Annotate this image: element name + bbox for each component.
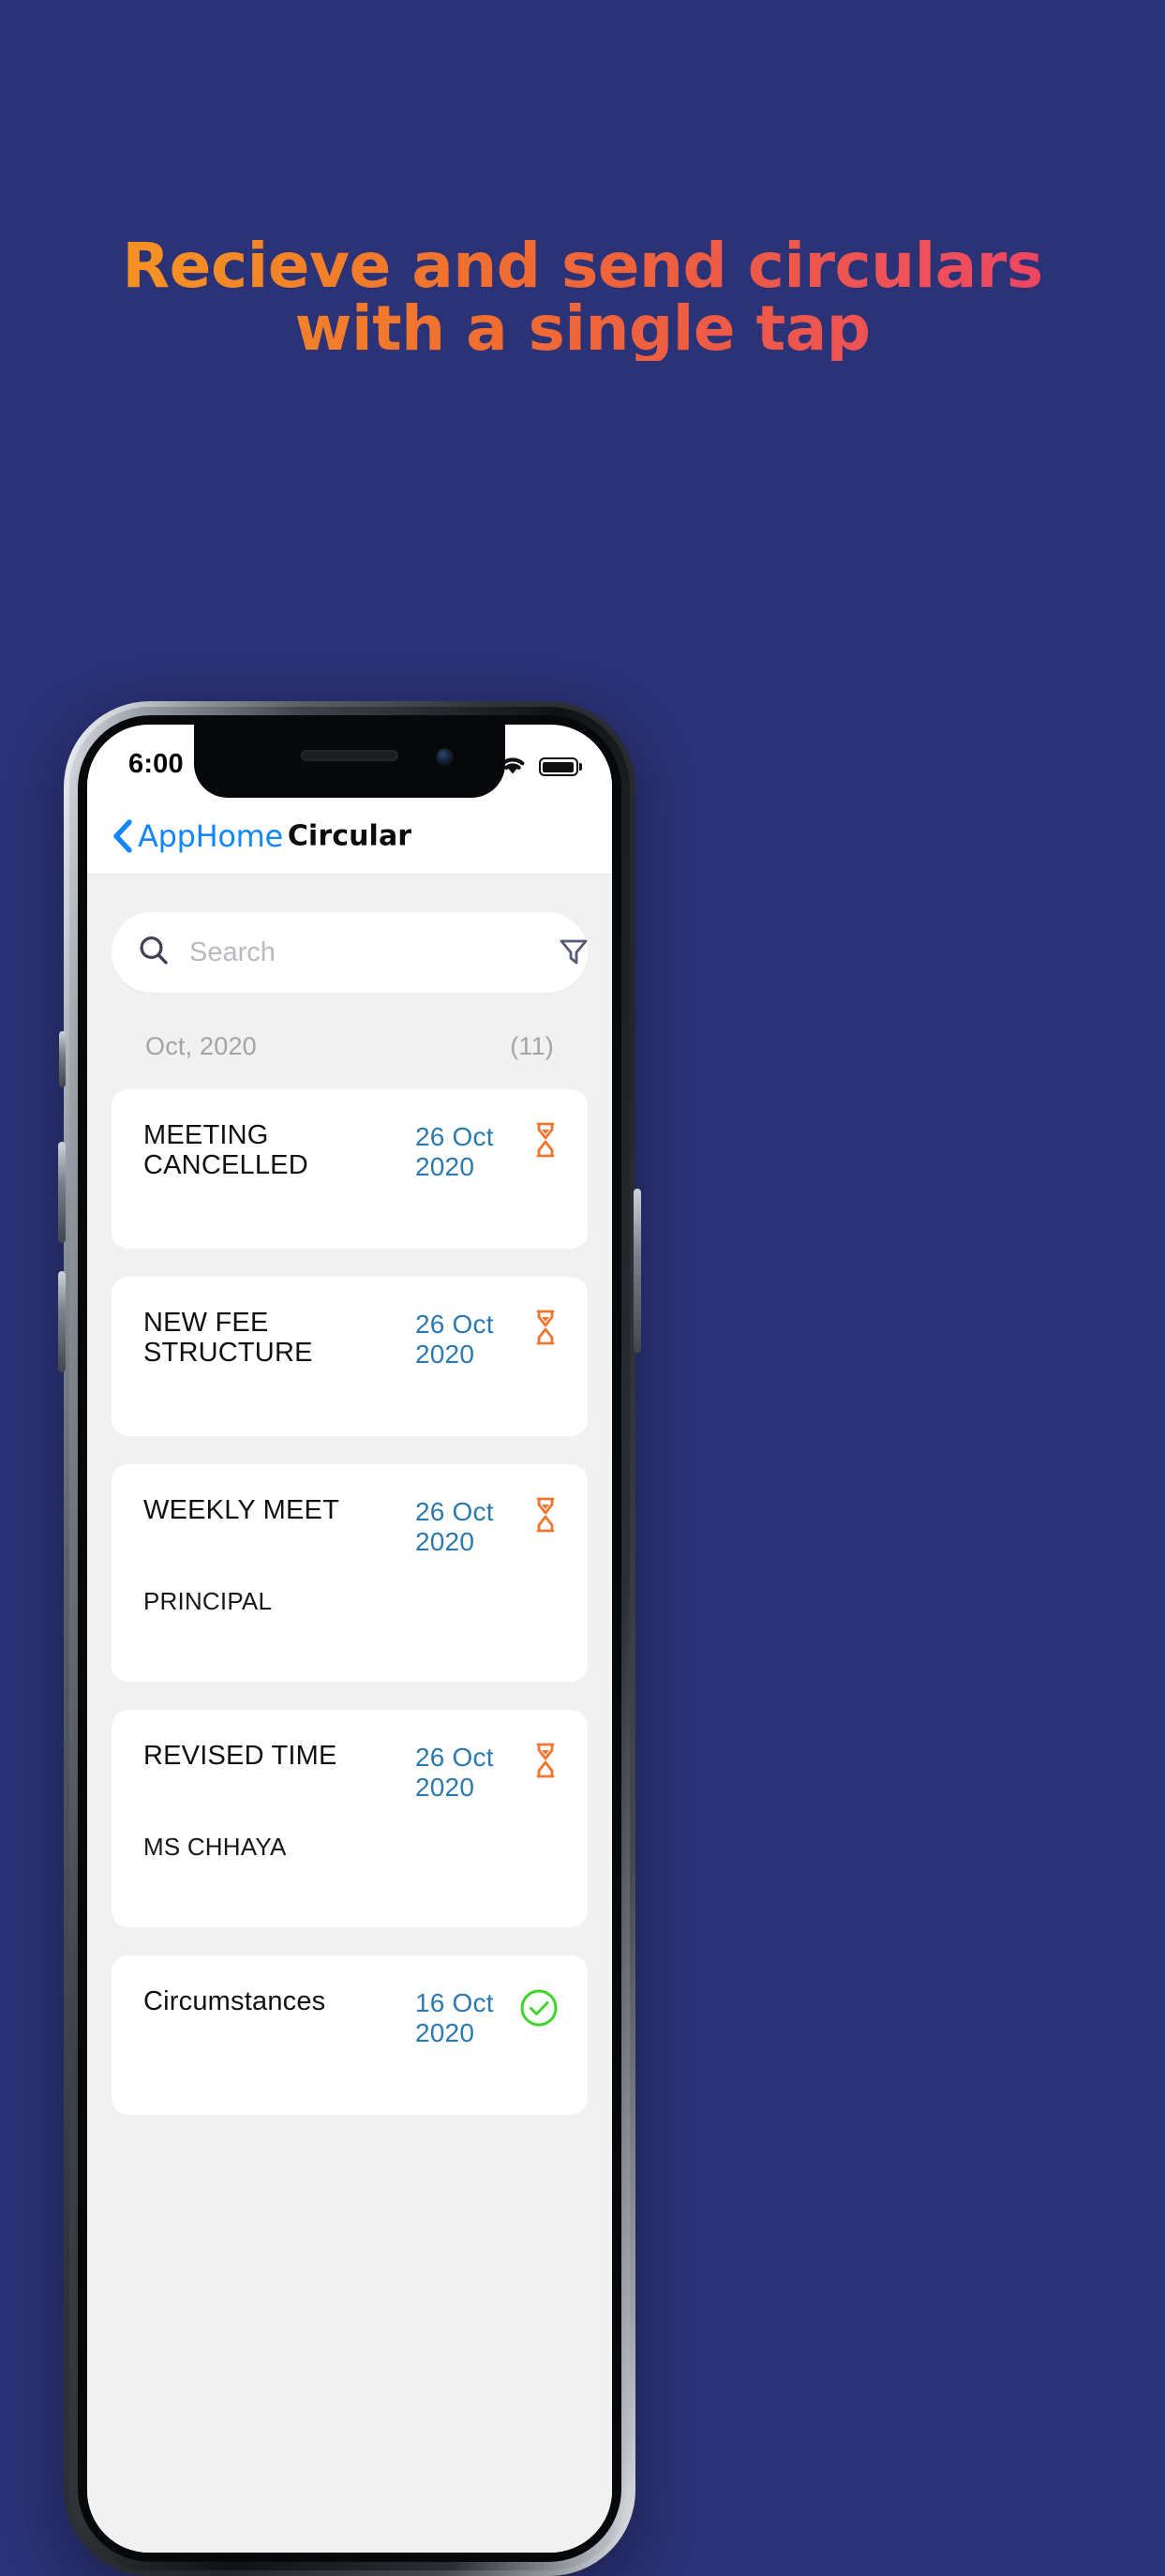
circular-title: Circumstances xyxy=(143,1986,326,2016)
circular-card-header: NEW FEE STRUCTURE 26 Oct 2020 xyxy=(143,1308,560,1370)
circular-subtitle: MS CHHAYA xyxy=(143,1833,287,1861)
circular-date: 16 Oct 2020 xyxy=(415,1988,494,2047)
status-badge-approved xyxy=(516,1987,560,2033)
filter-icon[interactable] xyxy=(556,933,591,973)
circular-subtitle: PRINCIPAL xyxy=(143,1587,273,1615)
status-badge-pending xyxy=(516,1496,560,1538)
phone-screen: 6:00 AppHome Circular Search Oct, 2020 (… xyxy=(87,725,612,2553)
circular-title: NEW FEE STRUCTURE xyxy=(143,1308,313,1368)
month-label: Oct, 2020 xyxy=(145,1032,257,1060)
back-button-label: AppHome xyxy=(138,817,283,854)
circular-card[interactable]: MEETING CANCELLED 26 Oct 2020 xyxy=(112,1089,588,1249)
circular-card-header: WEEKLY MEET 26 Oct 2020 xyxy=(143,1495,560,1557)
circular-card-header: MEETING CANCELLED 26 Oct 2020 xyxy=(143,1120,560,1182)
month-count: (11) xyxy=(510,1032,554,1060)
circular-date: 26 Oct 2020 xyxy=(415,1122,494,1181)
circular-card-header: REVISED TIME 26 Oct 2020 xyxy=(143,1741,560,1803)
circular-date: 26 Oct 2020 xyxy=(415,1310,494,1369)
battery-full-icon xyxy=(539,757,578,776)
status-badge-pending xyxy=(516,1121,560,1163)
circular-date: 26 Oct 2020 xyxy=(415,1497,494,1556)
circular-date: 26 Oct 2020 xyxy=(415,1743,494,1802)
promo-headline: Recieve and send circulars with a single… xyxy=(0,234,1165,361)
circular-card[interactable]: NEW FEE STRUCTURE 26 Oct 2020 xyxy=(112,1277,588,1436)
status-badge-pending xyxy=(516,1309,560,1351)
earpiece-speaker-icon xyxy=(301,750,398,761)
status-badge-pending xyxy=(516,1742,560,1784)
check-circle-icon xyxy=(518,1987,560,2033)
front-camera-icon xyxy=(437,749,453,765)
circular-card-header: Circumstances 16 Oct 2020 xyxy=(143,1986,560,2048)
back-button[interactable]: AppHome xyxy=(111,818,283,854)
hourglass-icon xyxy=(531,1742,560,1784)
phone-mockup: 6:00 AppHome Circular Search Oct, 2020 (… xyxy=(58,701,641,2576)
circular-title: WEEKLY MEET xyxy=(143,1495,340,1525)
promo-headline-line1: Recieve and send circulars xyxy=(122,230,1043,302)
hourglass-icon xyxy=(531,1121,560,1163)
search-bar[interactable] xyxy=(112,912,588,993)
status-time: 6:00 xyxy=(128,749,184,779)
circular-card[interactable]: Circumstances 16 Oct 2020 xyxy=(112,1955,588,2115)
circular-card[interactable]: REVISED TIME 26 Oct 2020 MS CHHAYA xyxy=(112,1710,588,1927)
phone-notch xyxy=(194,725,505,798)
volume-down-button[interactable] xyxy=(58,1271,66,1372)
hourglass-icon xyxy=(531,1309,560,1351)
circular-title: MEETING CANCELLED xyxy=(143,1120,308,1180)
volume-up-button[interactable] xyxy=(58,1142,66,1243)
mute-switch[interactable] xyxy=(59,1031,66,1087)
search-input[interactable] xyxy=(189,936,543,968)
power-button[interactable] xyxy=(634,1189,641,1353)
search-icon xyxy=(137,934,171,972)
chevron-left-icon xyxy=(111,818,133,854)
navigation-bar: AppHome Circular xyxy=(87,798,612,875)
circular-list-screen: Oct, 2020 (11) MEETING CANCELLED 26 Oct … xyxy=(87,875,612,2553)
month-section-header: Oct, 2020 (11) xyxy=(112,1032,588,1061)
circular-card[interactable]: WEEKLY MEET 26 Oct 2020 PRINCIPAL xyxy=(112,1464,588,1682)
promo-headline-line2: with a single tap xyxy=(294,292,871,366)
circular-title: REVISED TIME xyxy=(143,1741,337,1771)
page-title: Circular xyxy=(287,819,412,852)
hourglass-icon xyxy=(531,1496,560,1538)
